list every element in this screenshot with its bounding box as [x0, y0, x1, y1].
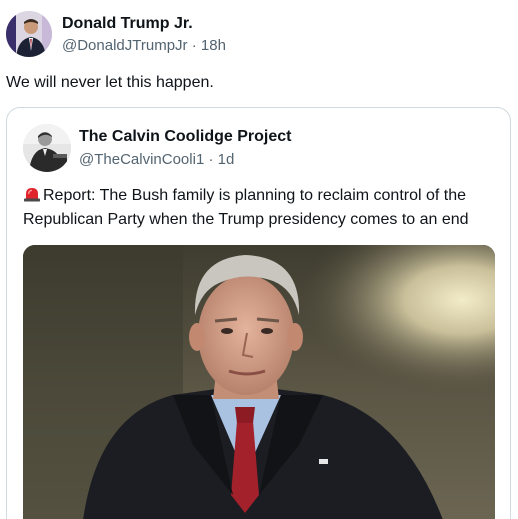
quoted-tweet-card[interactable]: The Calvin Coolidge Project @TheCalvinCo… [6, 107, 511, 519]
quoted-tweet-header: The Calvin Coolidge Project @TheCalvinCo… [23, 124, 291, 172]
quoted-author-handle[interactable]: @TheCalvinCooli1 [79, 151, 204, 168]
quoted-tweet-photo[interactable] [23, 245, 495, 519]
quoted-tweet-timestamp[interactable]: 1d [218, 151, 235, 168]
tweet-text: We will never let this happen. [6, 74, 214, 91]
meta-separator: · [191, 37, 197, 54]
avatar-image [6, 11, 52, 57]
author-avatar[interactable] [6, 11, 52, 57]
quoted-avatar-image [23, 124, 71, 172]
quoted-meta-separator: · [208, 151, 214, 168]
quoted-author-display-name[interactable]: The Calvin Coolidge Project [79, 127, 291, 147]
photo-portrait [23, 245, 495, 519]
quoted-author-avatar [23, 124, 71, 172]
author-meta: @DonaldJTrumpJr · 18h [62, 36, 226, 56]
tweet-timestamp[interactable]: 18h [201, 37, 226, 54]
quoted-author-meta: @TheCalvinCooli1 · 1d [79, 150, 291, 170]
author-handle[interactable]: @DonaldJTrumpJr [62, 37, 188, 54]
quoted-tweet-text: Report: The Bush family is planning to r… [23, 187, 469, 228]
police-siren-icon [24, 188, 40, 202]
tweet-header: Donald Trump Jr. @DonaldJTrumpJr · 18h [6, 11, 226, 57]
quoted-tweet-text-block: Report: The Bush family is planning to r… [23, 184, 498, 232]
author-display-name[interactable]: Donald Trump Jr. [62, 14, 226, 34]
